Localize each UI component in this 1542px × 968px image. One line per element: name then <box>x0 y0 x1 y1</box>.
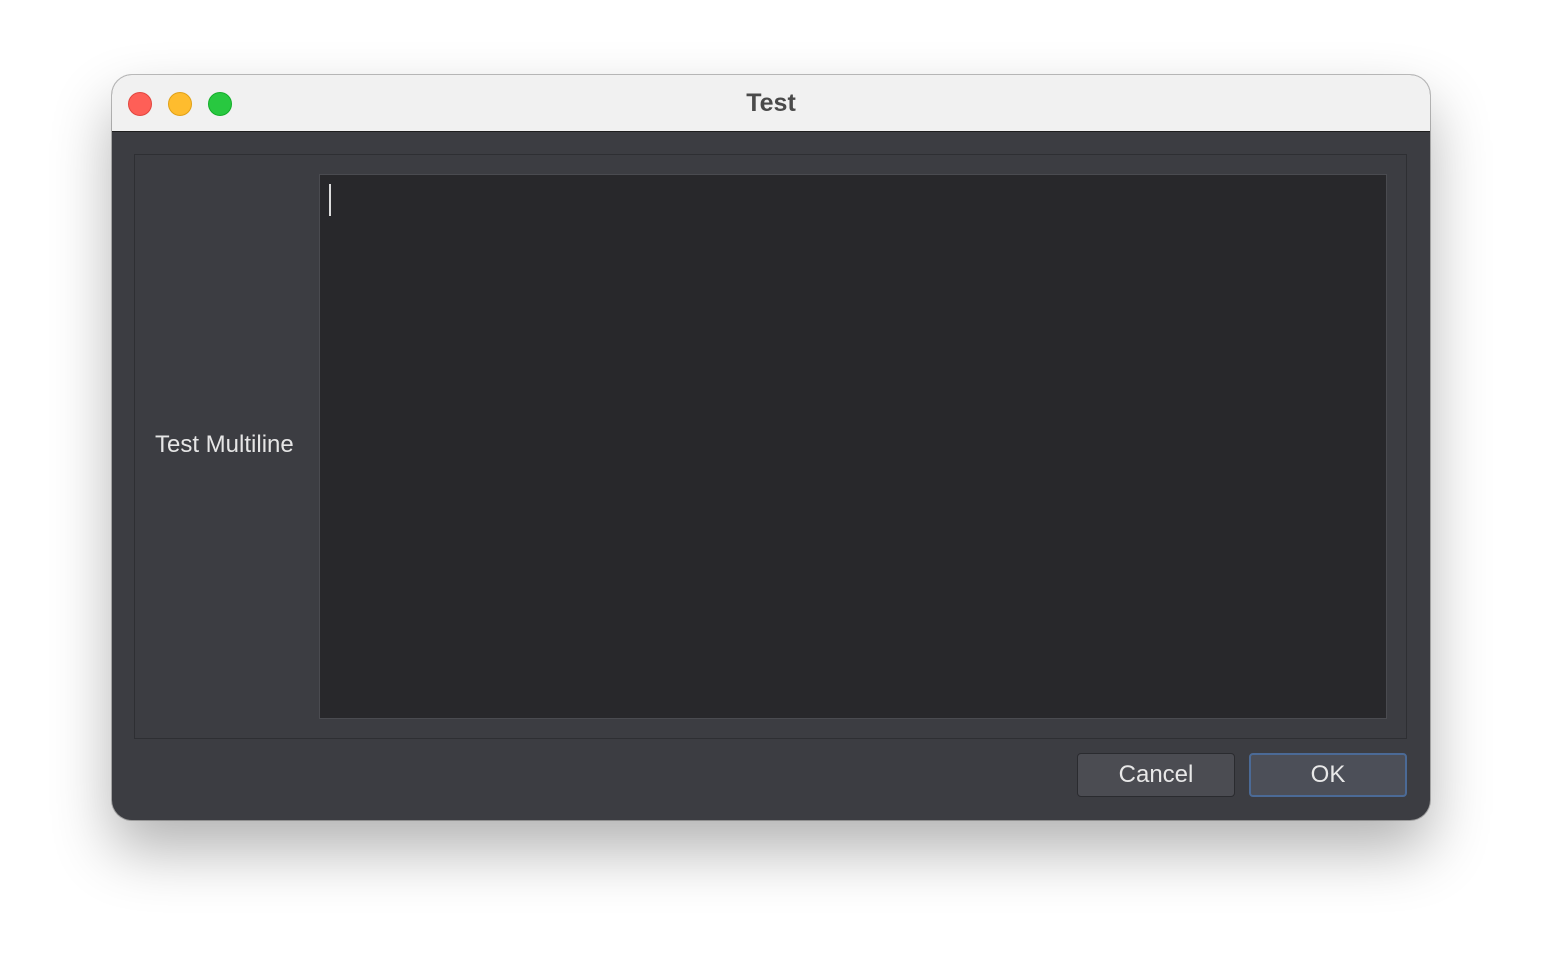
form-panel: Test Multiline <box>134 154 1407 739</box>
multiline-text-area[interactable] <box>319 174 1387 719</box>
title-bar[interactable]: Test <box>112 75 1430 132</box>
multiline-field-label: Test Multiline <box>155 431 294 458</box>
ok-button[interactable]: OK <box>1249 753 1407 797</box>
cancel-button[interactable]: Cancel <box>1077 753 1235 797</box>
dialog-window: Test Test Multiline Cancel OK <box>112 75 1430 820</box>
window-title: Test <box>746 89 796 117</box>
text-caret <box>329 184 331 216</box>
